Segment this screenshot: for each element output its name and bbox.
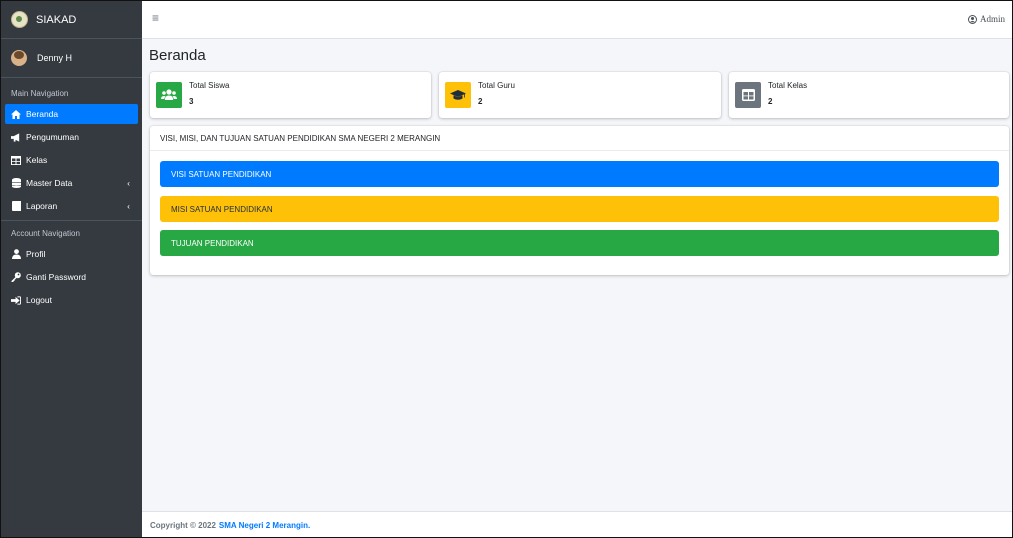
info-box-label: Total Kelas <box>768 81 808 90</box>
sidebar-item-label: Logout <box>26 295 52 305</box>
chevron-left-icon: ‹ <box>127 201 130 211</box>
info-box-label: Total Siswa <box>189 81 230 90</box>
sidebar-item-beranda[interactable]: Beranda <box>5 104 138 124</box>
menu-toggle-icon[interactable]: ≡ <box>152 11 159 25</box>
sidebar-item-label: Kelas <box>26 155 48 165</box>
main-navigation-header: Main Navigation <box>11 89 69 98</box>
book-icon <box>11 201 21 211</box>
sidebar-item-label: Ganti Password <box>26 272 86 282</box>
school-logo-icon <box>11 11 28 28</box>
sidebar-item-profil[interactable]: Profil <box>5 244 138 264</box>
table-icon <box>735 82 761 108</box>
sidebar-item-label: Master Data <box>26 178 73 188</box>
chevron-left-icon: ‹ <box>127 178 130 188</box>
home-icon <box>11 109 21 119</box>
avatar <box>11 50 27 66</box>
tujuan-section-button[interactable]: TUJUAN PENDIDIKAN <box>160 230 999 256</box>
sidebar: SIAKAD Denny H Main Navigation Beranda P… <box>1 1 142 537</box>
sign-out-icon <box>11 295 21 305</box>
sidebar-item-pengumuman[interactable]: Pengumuman <box>5 127 138 147</box>
sidebar-item-laporan[interactable]: Laporan ‹ <box>5 196 138 216</box>
info-box-value: 2 <box>478 97 483 106</box>
sidebar-item-label: Beranda <box>26 109 59 119</box>
user-circle-icon <box>967 14 977 24</box>
bullhorn-icon <box>11 132 21 142</box>
sidebar-item-ganti-password[interactable]: Ganti Password <box>5 267 138 287</box>
footer-school-link[interactable]: SMA Negeri 2 Merangin. <box>219 521 310 530</box>
user-panel[interactable]: Denny H <box>1 39 142 78</box>
footer: Copyright © 2022 SMA Negeri 2 Merangin. <box>142 511 1012 537</box>
app-window: SIAKAD Denny H Main Navigation Beranda P… <box>0 0 1013 538</box>
sidebar-item-logout[interactable]: Logout <box>5 290 138 310</box>
sidebar-item-label: Laporan <box>26 201 58 211</box>
sidebar-item-label: Pengumuman <box>26 132 79 142</box>
copyright-text: Copyright © 2022 <box>150 521 216 530</box>
info-box-total-siswa: Total Siswa 3 <box>150 72 431 118</box>
account-navigation-header: Account Navigation <box>11 229 80 238</box>
page-title: Beranda <box>149 47 206 64</box>
user-icon <box>11 249 21 259</box>
users-icon <box>156 82 182 108</box>
sidebar-item-kelas[interactable]: Kelas <box>5 150 138 170</box>
info-box-value: 3 <box>189 97 194 106</box>
brand-link[interactable]: SIAKAD <box>1 1 142 39</box>
misi-section-button[interactable]: MISI SATUAN PENDIDIKAN <box>160 196 999 222</box>
user-name: Denny H <box>37 53 73 63</box>
user-menu-label: Admin <box>979 14 1005 24</box>
info-box-value: 2 <box>768 97 773 106</box>
table-icon <box>11 155 21 165</box>
info-box-total-kelas: Total Kelas 2 <box>729 72 1009 118</box>
top-navbar: ≡ Admin <box>142 1 1012 39</box>
visi-misi-card: VISI, MISI, DAN TUJUAN SATUAN PENDIDIKAN… <box>150 126 1009 275</box>
user-menu[interactable]: Admin <box>967 14 1005 24</box>
key-icon <box>11 272 21 282</box>
graduation-cap-icon <box>445 82 471 108</box>
database-icon <box>11 178 21 188</box>
sidebar-item-master-data[interactable]: Master Data ‹ <box>5 173 138 193</box>
info-box-total-guru: Total Guru 2 <box>439 72 721 118</box>
visi-section-button[interactable]: VISI SATUAN PENDIDIKAN <box>160 161 999 187</box>
card-title: VISI, MISI, DAN TUJUAN SATUAN PENDIDIKAN… <box>150 126 1009 151</box>
brand-title: SIAKAD <box>36 13 77 26</box>
sidebar-item-label: Profil <box>26 249 46 259</box>
info-box-label: Total Guru <box>478 81 515 90</box>
